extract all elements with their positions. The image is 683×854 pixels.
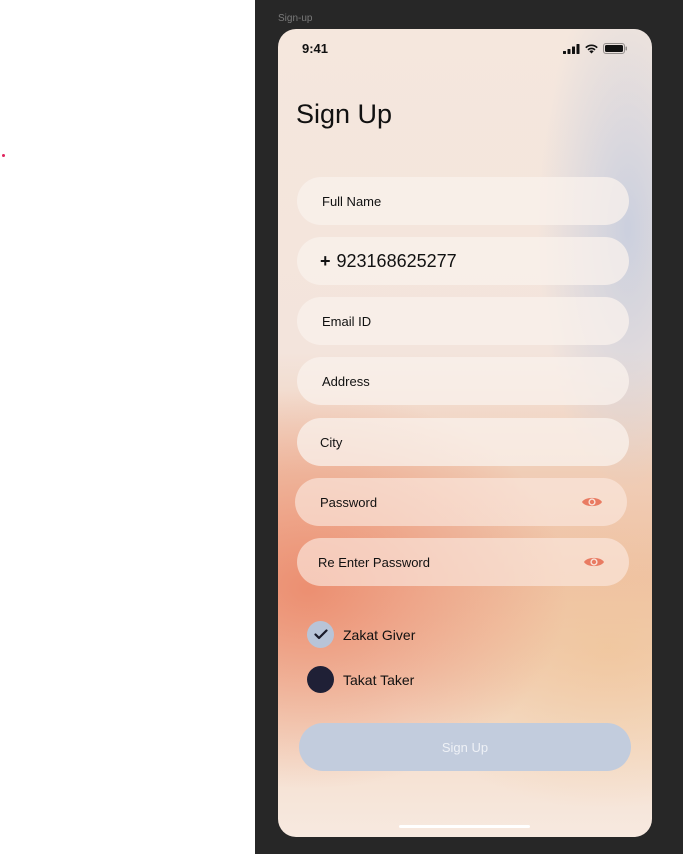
- zakat-giver-label: Zakat Giver: [343, 626, 416, 643]
- email-field[interactable]: Email ID: [297, 297, 629, 345]
- home-indicator: [399, 825, 530, 828]
- phone-frame: 9:41 Sign Up Full Name + 923168625277 Em…: [278, 29, 652, 837]
- battery-icon: [603, 43, 627, 54]
- email-placeholder: Email ID: [322, 313, 372, 329]
- status-icons: [563, 43, 628, 54]
- address-placeholder: Address: [322, 373, 370, 389]
- password-placeholder: Password: [320, 494, 378, 510]
- password-field[interactable]: Password: [295, 478, 627, 526]
- city-placeholder: City: [320, 434, 343, 450]
- address-field[interactable]: Address: [297, 357, 629, 405]
- zakat-giver-option[interactable]: Zakat Giver: [307, 621, 415, 648]
- phone-prefix: +: [320, 250, 331, 271]
- takat-taker-label: Takat Taker: [343, 671, 415, 688]
- checkmark-icon: [313, 629, 328, 640]
- sign-up-button[interactable]: Sign Up: [299, 723, 631, 771]
- signal-icon: [563, 44, 580, 54]
- phone-value: 923168625277: [336, 250, 457, 271]
- wifi-icon: [585, 44, 598, 54]
- takat-taker-option[interactable]: Takat Taker: [307, 666, 414, 693]
- full-name-field[interactable]: Full Name: [297, 177, 629, 225]
- canvas-marker-dot: [2, 154, 5, 157]
- re-enter-password-field[interactable]: Re Enter Password: [297, 538, 629, 586]
- phone-field[interactable]: + 923168625277: [297, 237, 629, 285]
- frame-label[interactable]: Sign-up: [278, 13, 312, 24]
- show-password-eye-icon[interactable]: [581, 495, 603, 509]
- zakat-giver-radio[interactable]: [307, 621, 334, 648]
- status-time: 9:41: [302, 41, 329, 56]
- city-field[interactable]: City: [297, 418, 629, 466]
- full-name-placeholder: Full Name: [322, 193, 382, 209]
- re-enter-password-placeholder: Re Enter Password: [318, 554, 430, 570]
- design-canvas: Sign-up 9:41 Sign Up Full Name + 9231686…: [255, 0, 683, 854]
- show-re-password-eye-icon[interactable]: [583, 555, 605, 569]
- takat-taker-radio[interactable]: [307, 666, 334, 693]
- page-title: Sign Up: [296, 99, 393, 129]
